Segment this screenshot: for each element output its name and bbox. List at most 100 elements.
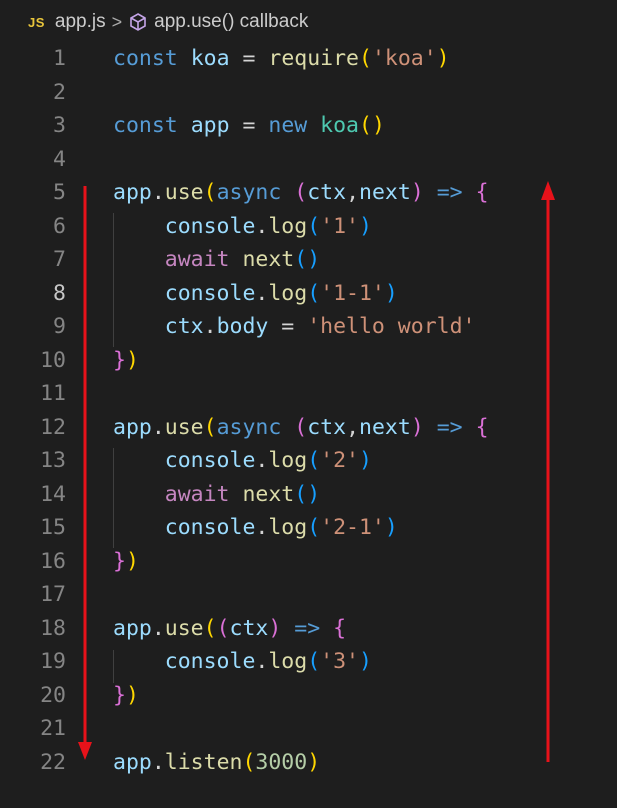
code-token: console (164, 280, 256, 306)
code-token: () (359, 113, 385, 139)
code-line[interactable]: 22 app.listen(3000) (0, 746, 617, 780)
code-text[interactable]: app.use(async (ctx,next) => { (113, 180, 489, 205)
code-token: ( (307, 515, 321, 541)
line-number: 15 (40, 515, 66, 541)
code-token: } (113, 682, 126, 708)
code-token: ctx (229, 615, 269, 641)
code-line[interactable]: 3 const app = new koa() (0, 109, 617, 143)
code-line[interactable]: 15 console.log('2-1') (0, 511, 617, 545)
code-text[interactable]: ctx.body = 'hello world' (113, 314, 476, 340)
code-token: app (113, 749, 152, 775)
line-number: 6 (53, 213, 66, 239)
code-token: ( (307, 280, 321, 306)
code-line[interactable]: 7 await next() (0, 243, 617, 277)
code-token: console (164, 649, 256, 675)
code-text[interactable]: console.log('2') (113, 448, 372, 473)
code-token: next (242, 247, 295, 273)
code-token: ctx (164, 314, 204, 340)
code-text[interactable]: const koa = require('koa') (113, 46, 450, 71)
code-text[interactable]: }) (113, 683, 139, 708)
code-token: . (151, 180, 165, 206)
line-number: 17 (40, 582, 66, 608)
code-token: ( (203, 414, 217, 440)
code-token: ) (125, 347, 139, 373)
code-line[interactable]: 14 await next() (0, 478, 617, 512)
line-number: 7 (53, 247, 66, 273)
code-line[interactable]: 6 console.log('1') (0, 210, 617, 244)
code-text[interactable]: console.log('1') (113, 214, 372, 239)
code-token: ( (307, 213, 321, 239)
code-token: ( (242, 749, 256, 775)
code-token: const (113, 46, 178, 72)
code-token: . (255, 448, 269, 474)
code-token: ( (358, 46, 372, 72)
code-token: console (164, 515, 256, 541)
code-line[interactable]: 8 console.log('1-1') (0, 277, 617, 311)
code-line[interactable]: 16}) (0, 545, 617, 579)
code-token: ) (410, 180, 424, 206)
code-token: ) (436, 46, 450, 72)
code-token: require (268, 46, 359, 72)
chevron-right-icon: > (111, 11, 123, 32)
code-text[interactable]: await next() (113, 247, 320, 272)
code-token: ( (294, 414, 308, 440)
code-text[interactable]: await next() (113, 482, 320, 507)
code-token: async (216, 414, 282, 440)
code-text[interactable]: }) (113, 549, 139, 574)
line-number: 2 (53, 79, 66, 105)
code-text[interactable]: const app = new koa() (113, 113, 385, 138)
code-token: log (268, 280, 308, 306)
code-token: ) (125, 548, 139, 574)
code-token: { (475, 180, 489, 206)
code-line[interactable]: 21 (0, 712, 617, 746)
code-text[interactable]: }) (113, 348, 139, 373)
code-line[interactable]: 1 const koa = require('koa') (0, 42, 617, 76)
code-line[interactable]: 10}) (0, 344, 617, 378)
code-line[interactable]: 11 (0, 377, 617, 411)
code-token: log (268, 515, 308, 541)
code-line[interactable]: 13 console.log('2') (0, 444, 617, 478)
line-number: 9 (53, 314, 66, 340)
code-line[interactable]: 4 (0, 143, 617, 177)
code-token: => (436, 414, 463, 440)
breadcrumb-symbol[interactable]: app.use() callback (154, 11, 308, 33)
breadcrumb-file[interactable]: app.js (55, 11, 106, 33)
code-token: ) (307, 749, 321, 775)
code-token: . (255, 280, 269, 306)
code-line[interactable]: 17 (0, 578, 617, 612)
code-token: console (164, 213, 256, 239)
code-token: = (229, 113, 269, 139)
code-text[interactable]: app.use(async (ctx,next) => { (113, 415, 489, 440)
code-text[interactable]: console.log('2-1') (113, 515, 398, 540)
code-text[interactable]: app.listen(3000) (113, 750, 320, 775)
code-token: ) (358, 213, 372, 239)
code-line[interactable]: 9 ctx.body = 'hello world' (0, 310, 617, 344)
code-token: ctx (307, 180, 347, 206)
line-number: 4 (53, 146, 66, 172)
code-token: . (255, 515, 269, 541)
code-line[interactable]: 12 app.use(async (ctx,next) => { (0, 411, 617, 445)
line-number: 19 (40, 649, 66, 675)
code-token: ) (358, 649, 372, 675)
code-line[interactable]: 19 console.log('3') (0, 645, 617, 679)
code-token: . (255, 213, 269, 239)
code-token: ( (294, 180, 308, 206)
cube-icon (128, 12, 148, 32)
code-line[interactable]: 5 app.use(async (ctx,next) => { (0, 176, 617, 210)
code-text[interactable]: app.use((ctx) => { (113, 616, 346, 641)
code-line[interactable]: 18 app.use((ctx) => { (0, 612, 617, 646)
code-text[interactable]: console.log('1-1') (113, 281, 398, 306)
code-line[interactable]: 2 (0, 76, 617, 110)
line-number: 8 (53, 280, 66, 306)
line-number: 3 (53, 113, 66, 139)
code-text[interactable]: console.log('3') (113, 649, 372, 674)
code-line[interactable]: 20}) (0, 679, 617, 713)
code-token: . (203, 314, 217, 340)
